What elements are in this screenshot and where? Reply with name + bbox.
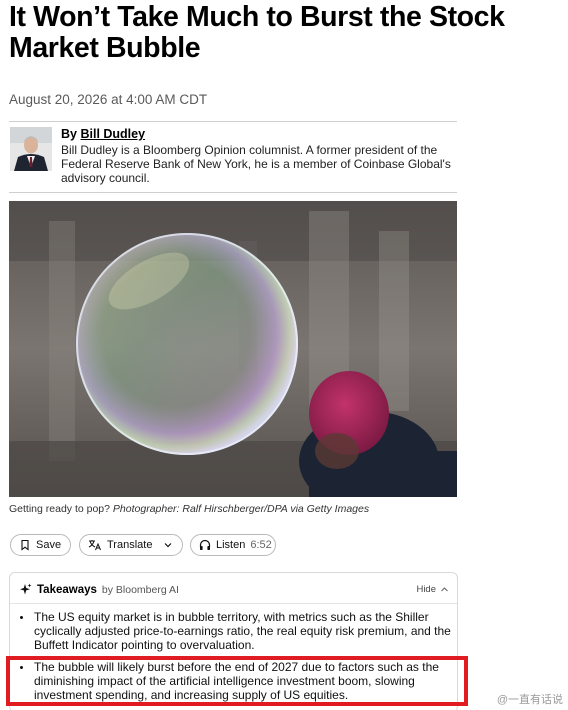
bookmark-icon (21, 539, 29, 551)
translate-icon (88, 540, 101, 551)
lead-photo (9, 201, 457, 497)
headphones-icon (199, 539, 211, 550)
takeaways-title: Takeaways (37, 583, 97, 596)
chevron-down-icon (165, 543, 172, 548)
save-button[interactable]: Save (10, 534, 71, 556)
takeaways-header: Takeaways by Bloomberg AI (19, 583, 179, 596)
hide-label: Hide (416, 584, 436, 595)
card-divider (10, 603, 457, 604)
byline-prefix: By (61, 127, 77, 141)
photo-caption: Getting ready to pop? Photographer: Ralf… (9, 503, 369, 515)
article-headline: It Won’t Take Much to Burst the Stock Ma… (9, 1, 505, 64)
author-avatar[interactable] (10, 127, 52, 171)
caption-text: Getting ready to pop? (9, 503, 110, 515)
listen-button[interactable]: Listen 6:52 (190, 534, 276, 556)
author-link[interactable]: Bill Dudley (80, 127, 145, 141)
listen-label: Listen (216, 539, 246, 551)
publish-date: August 20, 2026 at 4:00 AM CDT (9, 92, 208, 107)
divider (9, 192, 457, 193)
author-bio: Bill Dudley is a Bloomberg Opinion colum… (61, 143, 451, 185)
translate-dropdown[interactable]: Translate (79, 534, 183, 556)
highlight-annotation (6, 656, 468, 706)
listen-duration: 6:52 (250, 539, 272, 551)
caption-credit: Photographer: Ralf Hirschberger/DPA via … (112, 503, 370, 515)
divider (9, 121, 457, 122)
byline: By Bill Dudley (61, 127, 145, 141)
takeaways-source: by Bloomberg AI (101, 583, 179, 596)
save-label: Save (36, 539, 62, 551)
takeaway-item: The US equity market is in bubble territ… (19, 610, 451, 652)
watermark: @一直有话说 (493, 690, 566, 708)
translate-label: Translate (107, 539, 153, 551)
hide-takeaways-button[interactable]: Hide (416, 584, 449, 595)
chevron-up-icon (441, 587, 448, 592)
sparkle-icon (20, 583, 32, 595)
